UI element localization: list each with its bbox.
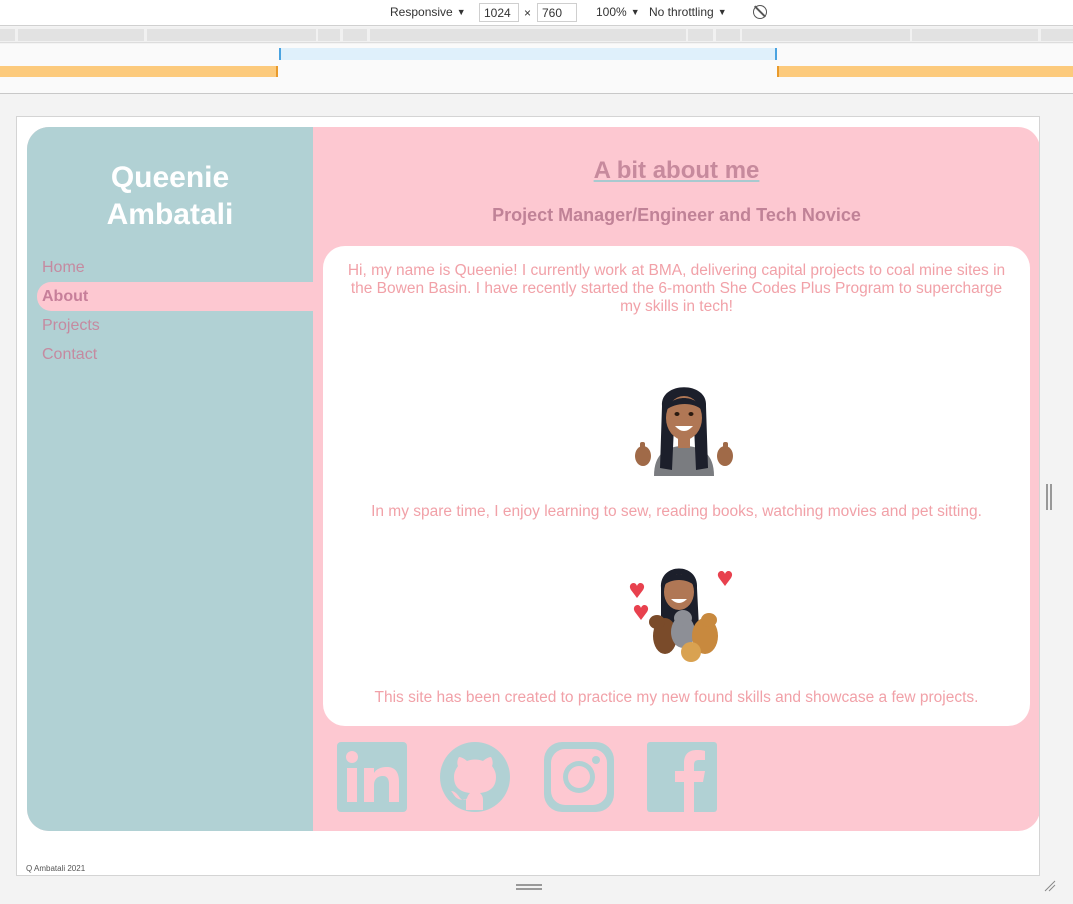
linkedin-icon[interactable] [337, 742, 407, 812]
throttling-label: No throttling [649, 5, 714, 19]
media-query-bar [0, 44, 1073, 94]
avatar-with-pets-image [629, 568, 733, 662]
resize-handle-right[interactable] [1046, 484, 1052, 510]
nav-home[interactable]: Home [27, 253, 313, 282]
site-name-last: Ambatali [106, 198, 234, 231]
device-ruler [0, 27, 1073, 43]
site-name-first: Queenie [110, 161, 230, 194]
resize-handle-bottom[interactable] [516, 884, 542, 890]
site-name: Queenie Ambatali [27, 159, 313, 233]
devtools-toolbar: Responsive ▼ 1024 × 760 100% ▼ No throttli… [0, 0, 1073, 26]
github-icon[interactable] [440, 742, 510, 812]
page-title-text: A bit about me [593, 157, 760, 184]
avatar-thumbs-up-image [635, 387, 733, 476]
sidebar: Queenie Ambatali Home About Projects Con… [27, 127, 313, 831]
nav-projects[interactable]: Projects [27, 311, 313, 340]
chevron-down-icon: ▼ [456, 7, 466, 17]
purpose-text: This site has been created to practice m… [374, 689, 979, 706]
media-query-min-width-left[interactable] [0, 66, 278, 77]
nav-contact[interactable]: Contact [27, 340, 313, 369]
media-query-min-width-right[interactable] [777, 66, 1073, 77]
intro-text: Hi, my name is Queenie! I currently work… [347, 262, 1006, 315]
footer-copyright: Q Ambatali 2021 [26, 864, 86, 873]
device-select[interactable]: Responsive ▼ [390, 5, 466, 19]
device-label: Responsive [390, 5, 453, 19]
zoom-label: 100% [596, 5, 627, 19]
main-content: A bit about me Project Manager/Engineer … [313, 127, 1039, 831]
rotate-icon[interactable] [753, 5, 767, 19]
page-title: A bit about me [313, 157, 1039, 185]
hobbies-text: In my spare time, I enjoy learning to se… [371, 503, 982, 520]
emulated-viewport: Queenie Ambatali Home About Projects Con… [16, 116, 1040, 876]
page-card: Queenie Ambatali Home About Projects Con… [27, 127, 1039, 831]
page-subtitle: Project Manager/Engineer and Tech Novice [492, 205, 861, 225]
width-input[interactable]: 1024 [479, 3, 519, 22]
resize-corner-icon[interactable] [1044, 880, 1056, 892]
about-panel: Hi, my name is Queenie! I currently work… [323, 246, 1030, 726]
chevron-down-icon: ▼ [717, 7, 727, 17]
media-query-max-width[interactable] [279, 48, 777, 60]
sidebar-nav: Home About Projects Contact [27, 253, 313, 369]
chevron-down-icon: ▼ [630, 7, 640, 17]
facebook-icon[interactable] [647, 742, 717, 812]
throttling-select[interactable]: No throttling ▼ [649, 5, 727, 19]
height-input[interactable]: 760 [537, 3, 577, 22]
nav-about[interactable]: About [37, 282, 313, 311]
times-sign: × [524, 6, 532, 20]
zoom-select[interactable]: 100% ▼ [596, 5, 640, 19]
instagram-icon[interactable] [544, 742, 614, 812]
